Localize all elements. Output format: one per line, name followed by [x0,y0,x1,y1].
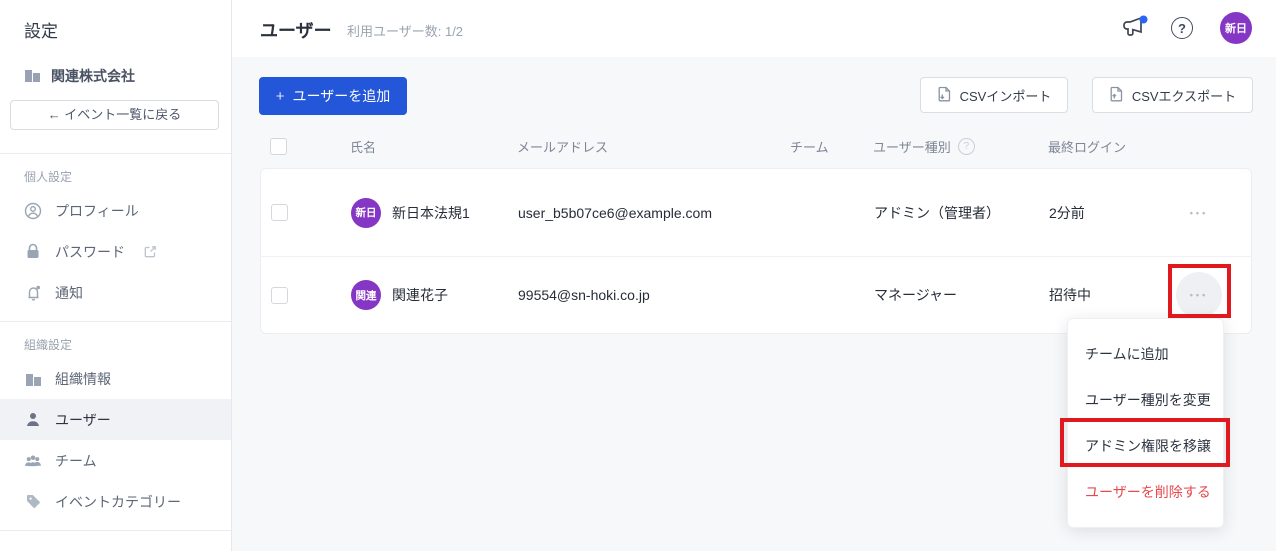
sidebar-divider [0,321,231,322]
section-label-personal: 個人設定 [24,170,73,184]
menu-item-change-user-type[interactable]: ユーザー種別を変更 [1068,377,1223,423]
sidebar-item-event-categories[interactable]: イベントカテゴリー [0,481,231,522]
file-export-icon [1109,86,1124,105]
avatar: 関連 [351,280,381,310]
sidebar-item-label: パスワード [55,243,125,260]
team-icon [24,452,42,470]
user-email: user_b5b07ce6@example.com [518,204,712,221]
external-link-icon [144,245,157,258]
csv-import-label: CSVインポート [959,88,1052,104]
csv-export-label: CSVエクスポート [1131,88,1237,104]
row-checkbox[interactable] [271,204,288,221]
sidebar-item-notifications[interactable]: 通知 [0,272,231,313]
sidebar-item-label: プロフィール [55,202,139,219]
page-title: ユーザー [260,21,332,41]
building-icon [24,66,41,86]
last-login: 招待中 [1049,287,1091,303]
column-header-last-login: 最終ログイン [1048,139,1127,155]
bell-icon [24,284,42,302]
sidebar-item-label: 組織情報 [55,370,111,387]
user-name: 新日本法規1 [392,204,470,221]
column-header-team: チーム [790,139,829,155]
avatar: 新日 [351,197,381,228]
organization-settings-nav: 組織情報 ユーザー チーム イベントカテゴリー [0,358,231,522]
user-avatar[interactable]: 新日 [1220,12,1252,44]
menu-item-transfer-admin[interactable]: アドミン権限を移譲 [1068,423,1223,469]
user-count-label: 利用ユーザー数: 1/2 [347,24,464,39]
row-actions-menu-button[interactable]: ••• [1176,272,1222,318]
tag-icon [24,493,42,511]
last-login: 2分前 [1049,204,1085,221]
file-import-icon [937,86,952,105]
sidebar-item-users[interactable]: ユーザー [0,399,231,440]
help-icon[interactable]: ? [1171,17,1193,39]
user-icon [24,411,42,429]
company-name-row: 関連株式会社 [24,66,207,86]
sidebar-item-label: チーム [55,452,97,469]
page-header: ユーザー 利用ユーザー数: 1/2 ? 新日 [232,0,1276,57]
sidebar-title: 設定 [24,22,58,41]
add-user-button[interactable]: + ユーザーを追加 [259,77,407,115]
plus-icon: + [275,87,285,105]
sidebar-item-password[interactable]: パスワード [0,231,231,272]
ellipsis-icon: ••• [1189,290,1209,300]
users-page: ユーザー 利用ユーザー数: 1/2 ? 新日 + ユーザーを追加 CSVインポー… [232,0,1276,551]
column-header-email: メールアドレス [517,139,609,155]
settings-sidebar: 設定 関連株式会社 ← イベント一覧に戻る 個人設定 プロフィール パスワード [0,0,232,551]
user-type: マネージャー [874,287,958,303]
user-name: 関連花子 [392,287,448,303]
announcements-icon[interactable] [1120,14,1150,42]
add-user-label: ユーザーを追加 [292,88,391,104]
users-table: 新日 新日本法規1 user_b5b07ce6@example.com アドミン… [260,168,1252,334]
menu-item-add-to-team[interactable]: チームに追加 [1068,331,1223,377]
table-row: 新日 新日本法規1 user_b5b07ce6@example.com アドミン… [261,169,1251,256]
sidebar-item-label: 通知 [55,284,83,301]
column-header-type: ユーザー種別 [873,139,951,155]
lock-icon [24,243,42,261]
sidebar-item-profile[interactable]: プロフィール [0,190,231,231]
user-email: 99554@sn-hoki.co.jp [518,287,650,303]
sidebar-divider [0,153,231,154]
csv-export-button[interactable]: CSVエクスポート [1092,77,1253,113]
row-checkbox[interactable] [271,286,288,304]
column-header-name: 氏名 [350,139,377,155]
sidebar-item-label: ユーザー [55,411,111,428]
row-actions-dropdown: チームに追加 ユーザー種別を変更 アドミン権限を移譲 ユーザーを削除する [1067,318,1224,528]
back-to-events-button[interactable]: ← イベント一覧に戻る [10,100,219,130]
type-help-icon[interactable]: ? [957,137,975,155]
building-icon [24,370,42,388]
sidebar-item-org-info[interactable]: 組織情報 [0,358,231,399]
sidebar-item-teams[interactable]: チーム [0,440,231,481]
table-header-row: 氏名 メールアドレス チーム ユーザー種別 ? 最終ログイン [260,128,1252,164]
menu-item-delete-user[interactable]: ユーザーを削除する [1068,469,1223,515]
company-name: 関連株式会社 [51,68,135,84]
profile-icon [24,202,42,220]
select-all-checkbox[interactable] [270,137,287,155]
user-type: アドミン（管理者） [874,204,1000,221]
notification-dot [1139,15,1148,24]
personal-settings-nav: プロフィール パスワード 通知 [0,190,231,313]
row-actions-menu-button[interactable]: ••• [1190,208,1208,218]
sidebar-item-label: イベントカテゴリー [55,493,181,510]
sidebar-divider [0,530,231,531]
section-label-organization: 組織設定 [24,338,73,352]
csv-import-button[interactable]: CSVインポート [920,77,1068,113]
